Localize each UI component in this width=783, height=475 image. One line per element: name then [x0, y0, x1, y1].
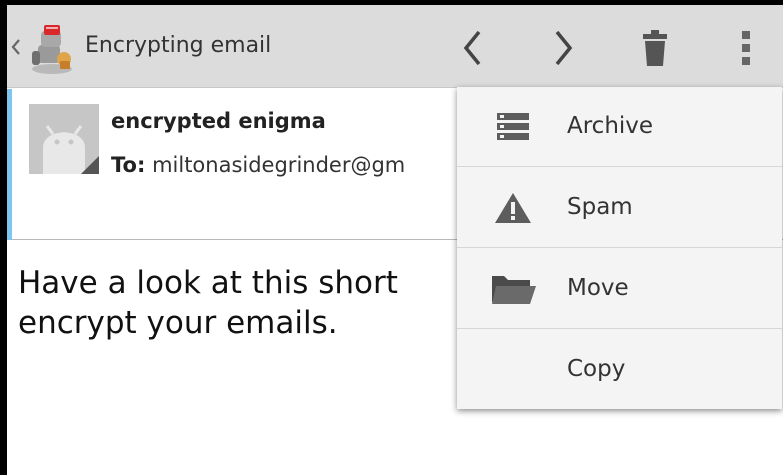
screen: Encrypting email encrypted enigma To: mi… [0, 0, 783, 475]
menu-label-copy: Copy [567, 356, 626, 382]
menu-item-copy[interactable]: Copy [457, 330, 782, 410]
chevron-right-icon [555, 30, 573, 66]
up-navigation-icon[interactable] [10, 37, 22, 57]
overflow-popup-menu: Archive Spam Move Copy [457, 87, 782, 409]
menu-item-move[interactable]: Move [457, 249, 782, 329]
app-robot-icon[interactable] [24, 21, 80, 77]
menu-label-move: Move [567, 275, 629, 301]
screen-title: Encrypting email [85, 33, 272, 58]
menu-item-spam[interactable]: Spam [457, 168, 782, 248]
delete-button[interactable] [630, 23, 680, 73]
warning-icon [489, 190, 537, 226]
avatar[interactable] [29, 104, 99, 174]
trash-icon [643, 30, 667, 66]
menu-label-archive: Archive [567, 113, 654, 139]
next-button[interactable] [539, 23, 589, 73]
menu-label-spam: Spam [567, 194, 633, 220]
menu-item-archive[interactable]: Archive [457, 87, 782, 167]
folder-icon [489, 271, 537, 307]
recipient-address: miltonasidegrinder@gm [152, 153, 406, 177]
more-vertical-icon [742, 31, 750, 65]
action-bar: Encrypting email [7, 5, 783, 88]
recipient-line: To: miltonasidegrinder@gm [111, 153, 405, 177]
previous-button[interactable] [447, 23, 497, 73]
sender-name: encrypted enigma [111, 109, 326, 133]
chevron-left-icon [463, 30, 481, 66]
archive-icon [489, 109, 537, 145]
overflow-menu-button[interactable] [721, 23, 771, 73]
to-label: To: [111, 153, 146, 177]
